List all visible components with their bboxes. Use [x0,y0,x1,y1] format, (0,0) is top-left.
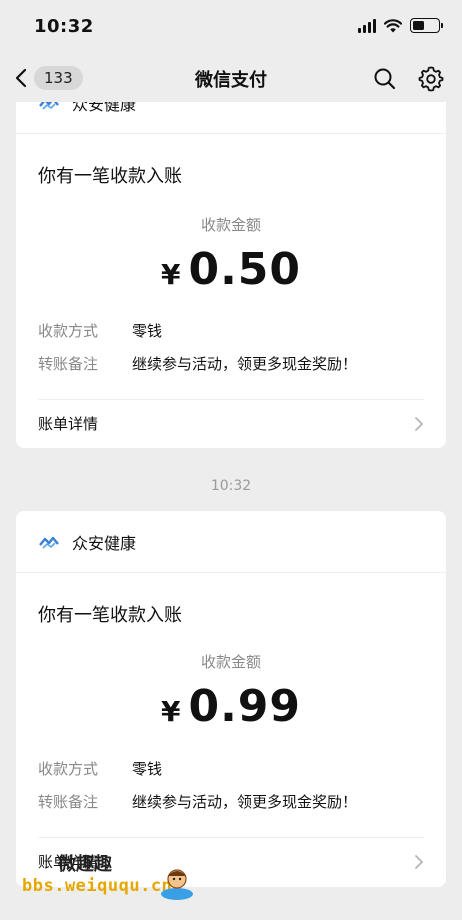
amount-label: 收款金额 [200,216,261,234]
nav-bar: 133 微信支付 [0,56,462,102]
method-label: 收款方式 [38,322,99,340]
battery-icon [410,18,443,33]
mascot-icon [161,869,193,900]
remark-row: 转账备注 继续参与活动，领更多现金奖励！ [38,353,357,374]
bill-detail-link[interactable]: 账单详情 [38,399,424,447]
watermark: 微趣趣 bbs.weiququ.cn [22,850,202,906]
gear-icon[interactable] [418,66,444,92]
header-layer: 10:32 133 微信支付 [0,0,462,102]
watermark-url: bbs.weiququ.cn [22,876,173,896]
method-value: 零钱 [132,760,163,778]
timestamp-separator: 10:32 [210,478,252,494]
amount-display: ¥ 0.50 [16,244,446,295]
status-time: 10:32 [34,16,94,37]
merchant-name: 众安健康 [72,533,137,553]
notice-title: 你有一笔收款入账 [38,605,182,626]
notice-title: 你有一笔收款入账 [38,166,182,187]
signal-icon [358,18,376,33]
method-row: 收款方式 零钱 [38,320,162,341]
method-value: 零钱 [132,322,163,340]
chevron-left-icon [15,68,27,88]
remark-row: 转账备注 继续参与活动，领更多现金奖励！ [38,791,357,812]
currency-symbol: ¥ [160,695,181,728]
chevron-right-icon [415,854,424,869]
method-label: 收款方式 [38,760,99,778]
remark-value: 继续参与活动，领更多现金奖励！ [132,355,358,373]
amount-value: 0.50 [188,244,302,295]
payment-card[interactable]: 众安健康 你有一笔收款入账 收款金额 ¥ 0.50 收款方式 零钱 转账备注 继… [16,72,446,448]
payment-card[interactable]: 众安健康 你有一笔收款入账 收款金额 ¥ 0.99 收款方式 零钱 转账备注 继… [16,511,446,887]
amount-value: 0.99 [188,681,302,732]
amount-display: ¥ 0.99 [16,681,446,732]
amount-label: 收款金额 [200,653,261,671]
chevron-right-icon [415,416,424,431]
search-icon[interactable] [372,66,398,92]
remark-label: 转账备注 [38,793,99,811]
merchant-logo-icon [39,536,59,549]
card-header[interactable]: 众安健康 [16,511,446,573]
status-icons [358,18,443,33]
currency-symbol: ¥ [160,258,181,291]
back-button[interactable]: 133 [14,62,83,94]
watermark-name: 微趣趣 [58,854,112,875]
status-bar: 10:32 [0,0,462,56]
remark-label: 转账备注 [38,355,99,373]
bill-detail-label: 账单详情 [38,415,99,433]
remark-value: 继续参与活动，领更多现金奖励！ [132,793,358,811]
wifi-icon [384,18,402,32]
method-row: 收款方式 零钱 [38,758,162,779]
unread-badge: 133 [34,66,83,90]
